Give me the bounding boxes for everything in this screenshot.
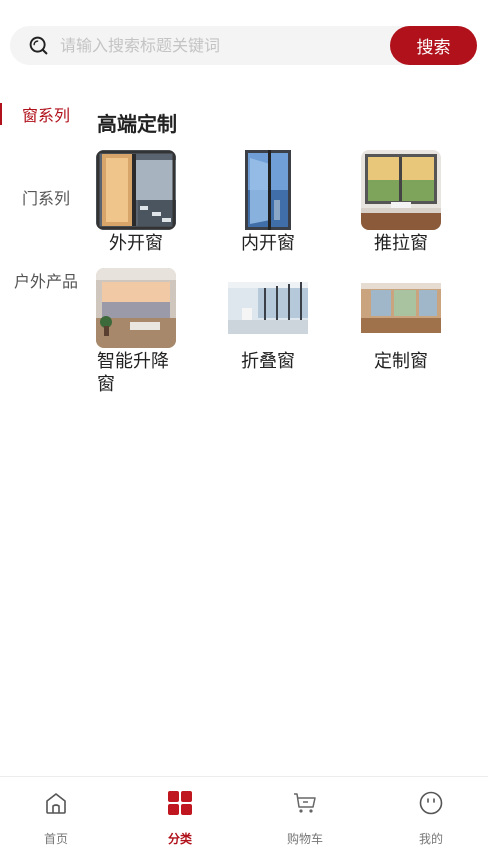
sidebar-item-label: 户外产品	[13, 272, 78, 291]
sidebar-item-label: 门系列	[21, 189, 70, 208]
sidebar-item-label: 窗系列	[21, 106, 70, 125]
product-label: 内开窗	[241, 233, 295, 254]
product-image	[96, 150, 176, 230]
cart-icon	[294, 793, 316, 813]
tab-home[interactable]: 首页	[0, 777, 117, 850]
search-input[interactable]	[60, 26, 390, 65]
product-tile-sliding-window[interactable]: 推拉窗	[341, 150, 461, 260]
tab-category[interactable]: 分类	[119, 777, 241, 850]
tab-label: 我的	[418, 832, 443, 846]
product-tile-inward-window[interactable]: 内开窗	[208, 150, 328, 260]
product-label: 智能升降窗	[97, 351, 169, 395]
product-label: 折叠窗	[241, 351, 295, 372]
product-image	[96, 268, 176, 348]
home-icon	[46, 793, 66, 814]
tab-label: 首页	[43, 832, 68, 846]
tab-cart[interactable]: 购物车	[244, 777, 366, 850]
tab-label: 分类	[167, 832, 192, 846]
product-image	[361, 150, 441, 230]
product-tile-custom-window[interactable]: 定制窗	[341, 268, 461, 378]
search-icon	[29, 36, 48, 55]
search-bar: 搜索	[10, 26, 477, 65]
product-label: 外开窗	[109, 233, 163, 254]
tab-label: 购物车	[286, 832, 323, 846]
product-label: 推拉窗	[374, 233, 428, 254]
section-title: 高端定制	[97, 112, 177, 136]
search-button[interactable]: 搜索	[390, 26, 477, 65]
product-image	[228, 268, 308, 348]
product-image	[228, 150, 308, 230]
profile-face-icon	[419, 791, 443, 815]
product-tile-outward-window[interactable]: 外开窗	[76, 150, 196, 260]
category-grid-icon	[168, 791, 192, 815]
product-tile-folding-window[interactable]: 折叠窗	[208, 268, 328, 378]
product-tile-smart-lift-window[interactable]: 智能升降窗	[76, 268, 196, 398]
product-label: 定制窗	[374, 351, 428, 372]
tab-profile[interactable]: 我的	[370, 777, 488, 850]
active-indicator	[0, 103, 2, 125]
product-image	[361, 268, 441, 348]
bottom-tab-bar: 首页 分类 购物车 我的	[0, 776, 488, 850]
sidebar-item-window-series[interactable]: 窗系列	[0, 95, 92, 133]
